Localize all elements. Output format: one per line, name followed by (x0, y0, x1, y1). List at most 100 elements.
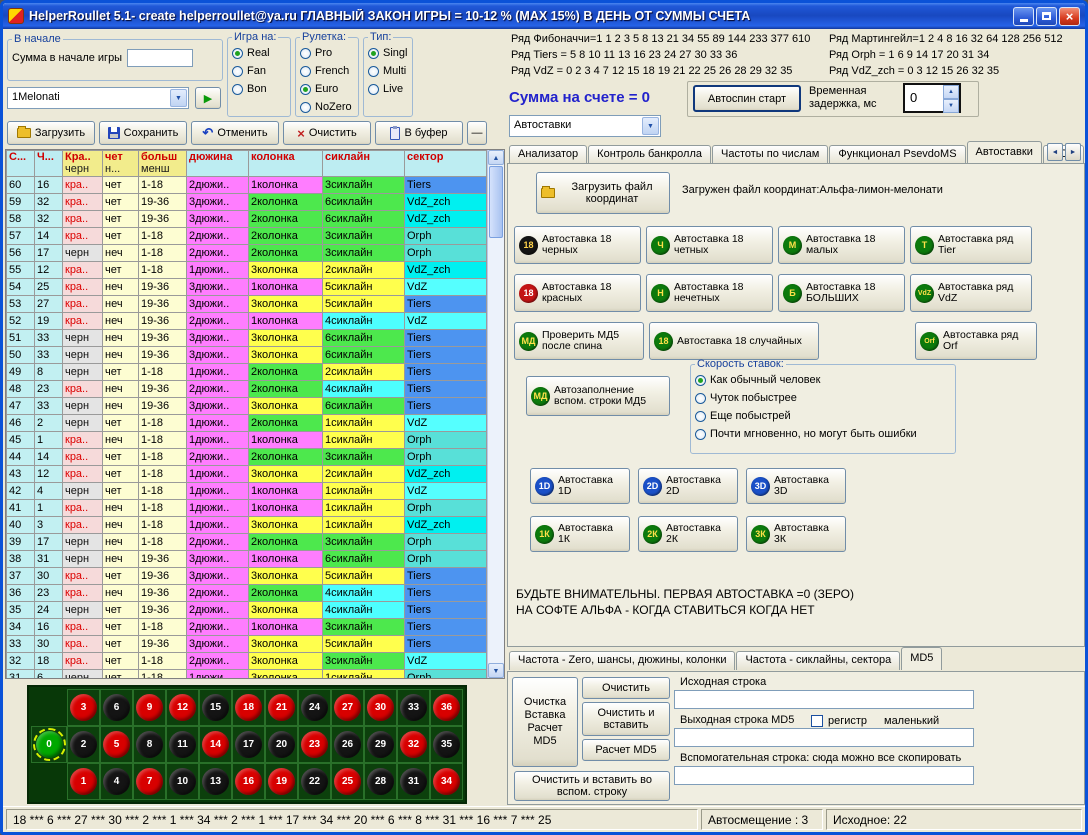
radio-singl[interactable]: Singl (368, 44, 408, 62)
close-button[interactable]: × (1059, 7, 1080, 26)
radio-fan[interactable]: Fan (232, 62, 286, 80)
to-clipboard-button[interactable]: В буфер (375, 121, 463, 145)
roulette-cell-30[interactable]: 30 (364, 689, 397, 726)
column-header[interactable]: большменш (139, 151, 187, 177)
radio-icon[interactable] (300, 66, 311, 77)
column-header[interactable]: сектор (405, 151, 487, 177)
table-row[interactable]: 5219кра..неч19-362дюжи..1колонка4сиклайн… (7, 313, 487, 330)
table-row[interactable]: 424чернчет1-181дюжи..1колонка1сиклайнVdZ (7, 483, 487, 500)
roulette-cell-16[interactable]: 16 (232, 763, 265, 800)
column-header[interactable]: дюжина (187, 151, 249, 177)
chevron-down-icon[interactable]: ▼ (642, 117, 659, 135)
md5-output-input[interactable] (674, 728, 974, 747)
table-row[interactable]: 5425кра..неч19-363дюжи..1колонка5сиклайн… (7, 279, 487, 296)
table-row[interactable]: 316чернчет1-181дюжи..3колонка1сиклайнOrp… (7, 670, 487, 680)
check-md5-after-spin-button[interactable]: МДПроверить МД5 после спина (514, 322, 644, 360)
roulette-cell-17[interactable]: 17 (232, 726, 265, 763)
table-row[interactable]: 411кра..неч1-181дюжи..1колонка1сиклайнOr… (7, 500, 487, 517)
roulette-cell-36[interactable]: 36 (430, 689, 463, 726)
table-row[interactable]: 3524чернчет19-362дюжи..3колонка4сиклайнT… (7, 602, 487, 619)
save-button[interactable]: Сохранить (99, 121, 187, 145)
radio-bon[interactable]: Bon (232, 80, 286, 98)
column-header[interactable]: С... (7, 151, 35, 177)
md5-calc-button[interactable]: Расчет MD5 (582, 739, 670, 761)
autobet-row-vdz-button[interactable]: VdZАвтоставка ряд VdZ (910, 274, 1032, 312)
md5-clear-button[interactable]: Очистить (582, 677, 670, 699)
table-row[interactable]: 5932кра..чет19-363дюжи..2колонка6сиклайн… (7, 194, 487, 211)
column-header[interactable]: Ч... (35, 151, 63, 177)
autobets-combobox[interactable]: Автоставки ▼ (509, 115, 661, 137)
radio-icon[interactable] (300, 102, 311, 113)
start-sum-input[interactable] (127, 49, 193, 67)
roulette-cell-34[interactable]: 34 (430, 763, 463, 800)
minus-button[interactable]: — (467, 121, 487, 145)
column-header[interactable]: Кра..черн (63, 151, 103, 177)
table-scrollbar[interactable]: ▲ ▼ (487, 150, 504, 678)
radio-euro[interactable]: Euro (300, 80, 354, 98)
autobet-18-odd-button[interactable]: НАвтоставка 18 нечетных (646, 274, 773, 312)
tabs-scroll-left-button[interactable]: ◄ (1047, 143, 1063, 161)
roulette-cell-29[interactable]: 29 (364, 726, 397, 763)
delay-spinner[interactable]: 0 ▲ ▼ (903, 83, 961, 113)
scroll-up-button[interactable]: ▲ (488, 150, 504, 165)
radio-icon[interactable] (232, 84, 243, 95)
table-row[interactable]: 4733черннеч19-363дюжи..3колонка6сиклайнT… (7, 398, 487, 415)
table-row[interactable]: 3330кра..чет19-363дюжи..3колонка5сиклайн… (7, 636, 487, 653)
roulette-cell-1[interactable]: 1 (67, 763, 100, 800)
roulette-cell-2[interactable]: 2 (67, 726, 100, 763)
autobet-1d-button[interactable]: 1DАвтоставка 1D (530, 468, 630, 504)
autobet-row-tier-button[interactable]: ТАвтоставка ряд Tier (910, 226, 1032, 264)
roulette-cell-18[interactable]: 18 (232, 689, 265, 726)
roulette-cell-31[interactable]: 31 (397, 763, 430, 800)
tab-md5-bottom[interactable]: MD5 (901, 647, 942, 670)
column-header[interactable]: сиклайн (323, 151, 405, 177)
roulette-cell-25[interactable]: 25 (331, 763, 364, 800)
clear-button[interactable]: ×Очистить (283, 121, 371, 145)
undo-button[interactable]: ↶Отменить (191, 121, 279, 145)
md5-aux-input[interactable] (674, 766, 974, 785)
autospin-start-button[interactable]: Автоспин старт (693, 85, 801, 112)
radio-icon[interactable] (695, 375, 706, 386)
radio-speed-even-faster[interactable]: Еще побыстрей (695, 407, 951, 425)
spinner-down-icon[interactable]: ▼ (943, 99, 959, 113)
roulette-cell-10[interactable]: 10 (166, 763, 199, 800)
radio-speed-faster[interactable]: Чуток побыстрее (695, 389, 951, 407)
load-coordinates-button[interactable]: Загрузить файл координат (536, 172, 670, 214)
roulette-cell-28[interactable]: 28 (364, 763, 397, 800)
roulette-cell-13[interactable]: 13 (199, 763, 232, 800)
autobet-3d-button[interactable]: 3DАвтоставка 3D (746, 468, 846, 504)
autobet-3k-button[interactable]: 3КАвтоставка 3К (746, 516, 846, 552)
register-checkbox[interactable] (811, 715, 823, 727)
titlebar[interactable]: HelperRoullet 5.1- create helperroullet@… (3, 3, 1085, 29)
table-row[interactable]: 3917черннеч1-182дюжи..2колонка3сиклайнOr… (7, 534, 487, 551)
tab-freq-sixlines-sectors[interactable]: Частота - сиклайны, сектора (736, 651, 900, 670)
md5-stack-button[interactable]: Очистка Вставка Расчет MD5 (512, 677, 578, 767)
autobet-1k-button[interactable]: 1КАвтоставка 1К (530, 516, 630, 552)
table-row[interactable]: 3218кра..чет1-182дюжи..3колонка3сиклайнV… (7, 653, 487, 670)
radio-pro[interactable]: Pro (300, 44, 354, 62)
roulette-cell-6[interactable]: 6 (100, 689, 133, 726)
load-button[interactable]: Загрузить (7, 121, 95, 145)
table-row[interactable]: 3730кра..чет19-363дюжи..3колонка5сиклайн… (7, 568, 487, 585)
radio-speed-human[interactable]: Как обычный человек (695, 371, 951, 389)
scroll-thumb[interactable] (489, 166, 503, 238)
table-row[interactable]: 6016кра..чет1-182дюжи..1колонка3сиклайнT… (7, 177, 487, 194)
roulette-cell-24[interactable]: 24 (298, 689, 331, 726)
roulette-cell-3[interactable]: 3 (67, 689, 100, 726)
roulette-cell-9[interactable]: 9 (133, 689, 166, 726)
play-button[interactable]: ▶ (195, 87, 221, 109)
autobet-18-high-button[interactable]: БАвтоставка 18 БОЛЬШИХ (778, 274, 905, 312)
radio-icon[interactable] (232, 48, 243, 59)
radio-nozero[interactable]: NoZero (300, 98, 354, 116)
preset-combobox[interactable]: 1Melonati ▼ (7, 87, 189, 109)
roulette-cell-4[interactable]: 4 (100, 763, 133, 800)
autobet-18-red-button[interactable]: 18Автоставка 18 красных (514, 274, 641, 312)
radio-icon[interactable] (695, 411, 706, 422)
table-row[interactable]: 4312кра..чет1-181дюжи..3колонка2сиклайнV… (7, 466, 487, 483)
roulette-cell-12[interactable]: 12 (166, 689, 199, 726)
roulette-cell-20[interactable]: 20 (265, 726, 298, 763)
table-row[interactable]: 5327кра..неч19-363дюжи..3колонка5сиклайн… (7, 296, 487, 313)
tabs-scroll-right-button[interactable]: ► (1065, 143, 1081, 161)
table-row[interactable]: 5133черннеч19-363дюжи..3колонка6сиклайнT… (7, 330, 487, 347)
roulette-cell-27[interactable]: 27 (331, 689, 364, 726)
